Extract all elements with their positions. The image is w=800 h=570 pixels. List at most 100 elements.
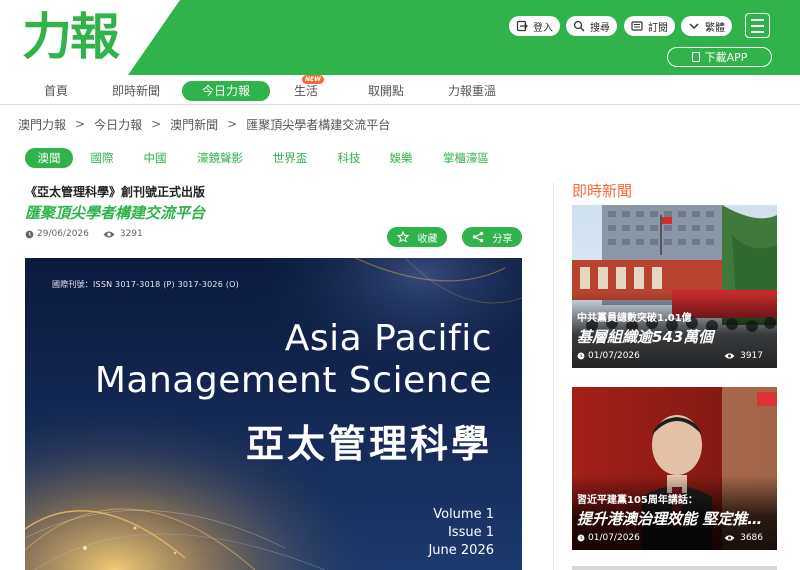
share-label: 分享 — [492, 233, 513, 245]
subscribe-label: 訂閱 — [648, 22, 668, 34]
card-kicker: 中共黨員總數突破1.01億 — [577, 313, 692, 324]
breadcrumb: 澳門力報 > 今日力報 > 澳門新聞 > 匯聚頂尖學者構建交流平台 — [18, 115, 390, 133]
chevron-down-icon — [689, 23, 699, 30]
nav-label: 今日力報 — [201, 84, 250, 98]
category-label: 娛樂 — [389, 151, 413, 165]
eye-icon — [724, 353, 735, 359]
breadcrumb-current: 匯聚頂尖學者構建交流平台 — [246, 117, 391, 132]
category-label: 掌櫃濠區 — [443, 151, 489, 165]
category-tab-world-cup[interactable]: 世界盃 — [265, 148, 315, 168]
menu-icon-bar — [751, 24, 764, 27]
card-date: 01/07/2026 — [577, 351, 640, 361]
category-tab-china[interactable]: 中國 — [133, 148, 177, 168]
card-kicker: 習近平建黨105周年講話： — [577, 495, 698, 506]
nav-label: 力報重溫 — [447, 84, 496, 98]
menu-icon-bar — [751, 18, 764, 21]
card-views: 3686 — [724, 533, 763, 543]
clock-icon — [577, 534, 585, 542]
search-label: 搜尋 — [590, 22, 610, 34]
menu-icon-bar — [751, 30, 764, 33]
article-subtitle: 《亞太管理科學》創刊號正式出版 — [25, 185, 206, 199]
logo-text: 力報 — [22, 8, 120, 66]
nav-label: 生活 — [293, 84, 318, 98]
nav-item-today[interactable]: 今日力報 — [182, 81, 270, 101]
site-logo[interactable]: 力報 — [22, 6, 132, 68]
card-title: 基層組織逾543萬個 — [577, 328, 714, 346]
main-nav: 首頁 即時新聞 今日力報 生活 NEW 取開點 力報重溫 — [0, 75, 800, 105]
category-tab-culture[interactable]: 濠鏡聲影 — [189, 148, 251, 168]
subscribe-button[interactable]: 訂閱 — [624, 16, 675, 36]
clock-icon — [577, 352, 585, 360]
clock-icon — [25, 230, 34, 238]
card-date-text: 01/07/2026 — [588, 351, 640, 361]
cover-title-en-line2: Management Science — [94, 360, 492, 401]
news-card[interactable]: 習近平建黨105周年講話： 提升港澳治理效能 堅定推… 01/07/2026 3… — [572, 387, 777, 550]
card-date-text: 01/07/2026 — [588, 533, 640, 543]
cover-title-en-line1: Asia Pacific — [284, 318, 492, 359]
breadcrumb-separator: > — [75, 117, 86, 131]
newspaper-icon — [631, 21, 643, 31]
card-view-count: 3917 — [740, 351, 763, 361]
search-icon — [573, 20, 585, 32]
category-tab-macau[interactable]: 澳聞 — [25, 148, 73, 168]
sidebar-title: 即時新聞 — [572, 182, 633, 200]
nav-item-archive[interactable]: 力報重溫 — [440, 81, 504, 101]
download-app-button[interactable]: 下載APP — [667, 47, 772, 67]
share-button[interactable]: 分享 — [462, 227, 522, 247]
article-view-count: 3291 — [119, 229, 143, 239]
nav-item-life[interactable]: 生活 NEW — [286, 75, 326, 101]
category-label: 澳聞 — [37, 151, 61, 165]
sidebar-divider — [553, 183, 554, 570]
breadcrumb-separator: > — [151, 117, 162, 131]
article-cover-image: 國際刊號：ISSN 3017-3018 (P) 3017-3026 (O) As… — [25, 258, 522, 570]
card-date: 01/07/2026 — [577, 533, 640, 543]
nav-item-home[interactable]: 首頁 — [30, 81, 82, 101]
category-tab-tech[interactable]: 科技 — [327, 148, 371, 168]
bookmark-button[interactable]: 收藏 — [387, 227, 447, 247]
share-icon — [472, 231, 483, 243]
category-label: 世界盃 — [272, 151, 308, 165]
bookmark-label: 收藏 — [417, 233, 438, 245]
cover-date: June 2026 — [428, 543, 494, 558]
article-meta: 29/06/2026 3291 — [25, 229, 143, 239]
eye-icon — [103, 231, 115, 237]
category-tab-international[interactable]: 國際 — [80, 148, 124, 168]
breadcrumb-item[interactable]: 今日力報 — [94, 116, 142, 133]
hamburger-menu-button[interactable] — [745, 13, 770, 38]
cover-title-zh: 亞太管理科學 — [245, 422, 492, 466]
nav-label: 首頁 — [43, 84, 68, 98]
login-icon — [516, 20, 528, 32]
login-button[interactable]: 登入 — [509, 16, 560, 36]
breadcrumb-item[interactable]: 澳門新聞 — [170, 116, 218, 133]
article-views: 3291 — [103, 229, 143, 239]
category-tab-entertainment[interactable]: 娛樂 — [379, 148, 423, 168]
nav-item-highlights[interactable]: 取開點 — [358, 81, 414, 101]
nav-item-breaking[interactable]: 即時新聞 — [104, 81, 168, 101]
cover-volume-info: Volume 1 Issue 1 June 2026 — [428, 506, 494, 560]
nav-label: 取開點 — [367, 84, 404, 98]
language-select[interactable]: 繁體 — [681, 16, 732, 36]
login-label: 登入 — [533, 22, 553, 34]
breadcrumb-item[interactable]: 澳門力報 — [18, 116, 66, 133]
nav-label: 即時新聞 — [111, 84, 160, 98]
search-button[interactable]: 搜尋 — [566, 16, 617, 36]
language-label: 繁體 — [705, 22, 725, 34]
cover-issue: Issue 1 — [447, 525, 494, 540]
star-icon — [396, 231, 409, 243]
card-view-count: 3686 — [740, 533, 763, 543]
new-badge: NEW — [302, 75, 324, 84]
card-views: 3917 — [724, 351, 763, 361]
category-label: 國際 — [90, 151, 114, 165]
eye-icon — [724, 535, 735, 541]
category-tab-district[interactable]: 掌櫃濠區 — [435, 148, 497, 168]
phone-icon — [691, 52, 700, 62]
category-label: 濠鏡聲影 — [197, 151, 243, 165]
download-app-label: 下載APP — [704, 51, 748, 64]
news-card-partial[interactable] — [572, 566, 777, 570]
category-label: 中國 — [143, 151, 167, 165]
site-header: 力報 登入 搜尋 訂閱 繁體 下載APP — [0, 0, 800, 75]
card-title: 提升港澳治理效能 堅定推… — [577, 510, 763, 528]
article-headline: 匯聚頂尖學者構建交流平台 — [25, 204, 206, 222]
cover-volume: Volume 1 — [433, 507, 494, 522]
news-card[interactable]: 中共黨員總數突破1.01億 基層組織逾543萬個 01/07/2026 3917 — [572, 205, 777, 368]
